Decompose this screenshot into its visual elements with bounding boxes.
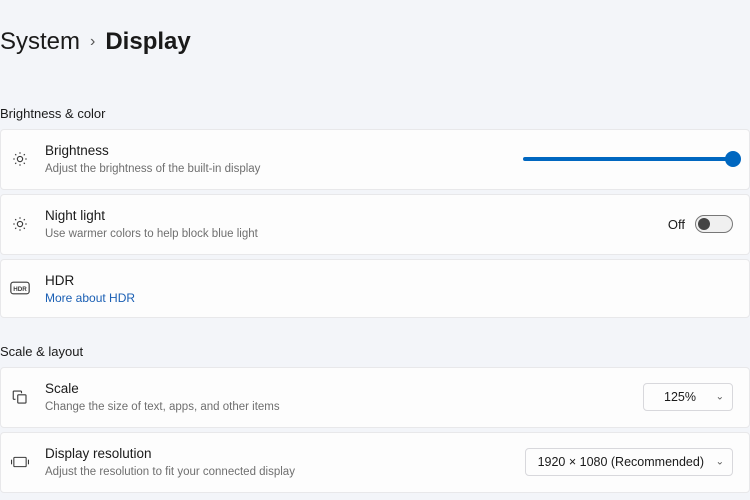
scale-title: Scale xyxy=(45,380,629,399)
scale-sub: Change the size of text, apps, and other… xyxy=(45,399,629,415)
svg-text:HDR: HDR xyxy=(13,286,27,293)
resolution-value: 1920 × 1080 (Recommended) xyxy=(538,455,704,469)
resolution-select[interactable]: 1920 × 1080 (Recommended) ⌄ xyxy=(525,448,733,476)
breadcrumb-parent[interactable]: System xyxy=(0,28,80,56)
resolution-sub: Adjust the resolution to fit your connec… xyxy=(45,464,511,480)
scale-row[interactable]: Scale Change the size of text, apps, and… xyxy=(0,367,750,428)
breadcrumb: System › Display xyxy=(0,28,750,56)
chevron-right-icon: › xyxy=(90,33,95,51)
scale-icon xyxy=(9,388,31,406)
hdr-row[interactable]: HDR HDR More about HDR xyxy=(0,259,750,318)
scale-select[interactable]: 125% ⌄ xyxy=(643,383,733,411)
sun-icon xyxy=(9,150,31,168)
night-light-title: Night light xyxy=(45,207,654,226)
night-light-state: Off xyxy=(668,217,685,232)
night-light-toggle[interactable] xyxy=(695,215,733,233)
hdr-icon: HDR xyxy=(9,281,31,295)
brightness-slider[interactable] xyxy=(523,157,733,161)
night-light-sub: Use warmer colors to help block blue lig… xyxy=(45,226,654,242)
resolution-title: Display resolution xyxy=(45,445,511,464)
resolution-icon xyxy=(9,454,31,470)
scale-value: 125% xyxy=(664,390,696,404)
hdr-title: HDR xyxy=(45,272,733,291)
resolution-row[interactable]: Display resolution Adjust the resolution… xyxy=(0,432,750,493)
night-light-icon xyxy=(9,215,31,233)
section-title-brightness: Brightness & color xyxy=(0,106,750,121)
page-title: Display xyxy=(105,28,190,56)
hdr-link[interactable]: More about HDR xyxy=(45,291,733,305)
night-light-row[interactable]: Night light Use warmer colors to help bl… xyxy=(0,194,750,255)
section-title-scale: Scale & layout xyxy=(0,344,750,359)
chevron-down-icon: ⌄ xyxy=(716,392,724,403)
brightness-title: Brightness xyxy=(45,142,509,161)
brightness-sub: Adjust the brightness of the built-in di… xyxy=(45,161,509,177)
brightness-row[interactable]: Brightness Adjust the brightness of the … xyxy=(0,129,750,190)
chevron-down-icon: ⌄ xyxy=(716,457,724,468)
